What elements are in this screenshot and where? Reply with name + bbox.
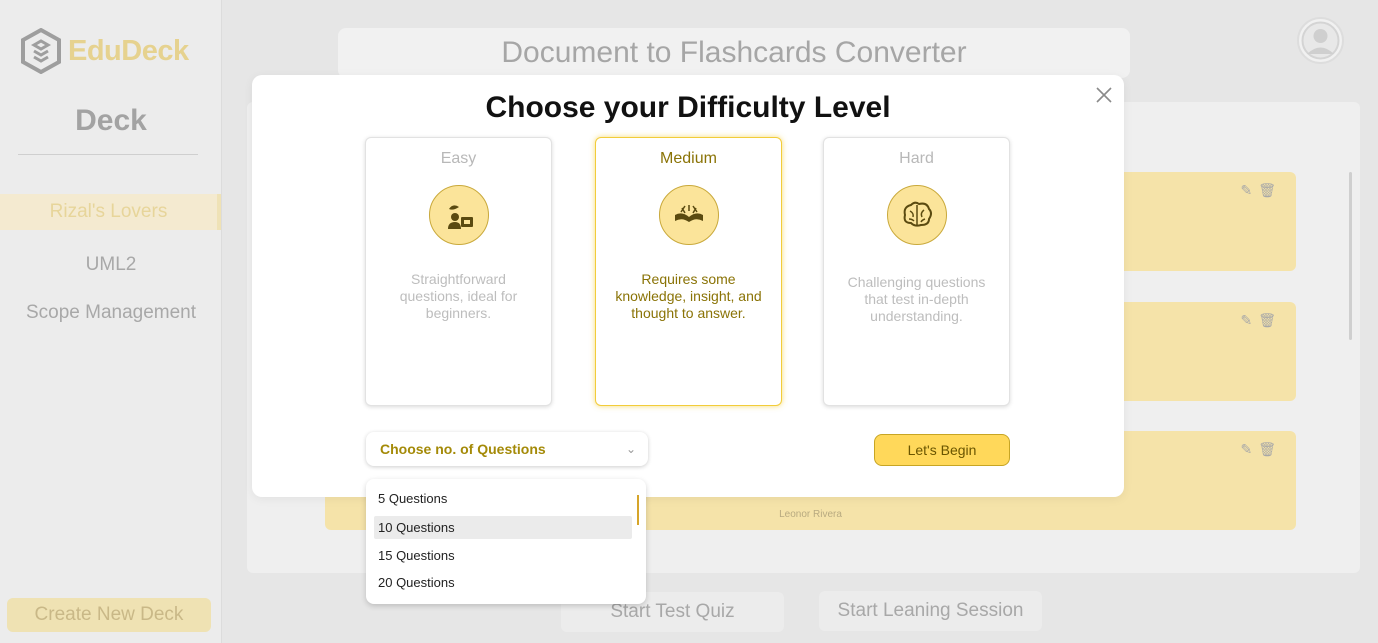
option-15-questions[interactable]: 15 Questions <box>374 544 632 567</box>
user-icon <box>1301 21 1340 60</box>
difficulty-name: Easy <box>440 150 477 167</box>
deck-item-scope-management[interactable]: Scope Management <box>0 295 222 331</box>
logo-hexagon-icon <box>21 28 61 74</box>
difficulty-name: Hard <box>899 150 934 167</box>
open-book-icon <box>658 185 719 245</box>
divider <box>18 154 198 155</box>
start-learning-session-button[interactable]: Start Leaning Session <box>819 591 1042 631</box>
leaf-book-icon <box>428 185 489 245</box>
user-avatar[interactable] <box>1297 17 1344 64</box>
modal-title: Choose your Difficulty Level <box>485 91 891 124</box>
difficulty-name: Medium <box>660 150 717 167</box>
question-count-select[interactable]: Choose no. of Questions ⌄ <box>366 432 648 466</box>
select-placeholder: Choose no. of Questions <box>380 441 546 457</box>
option-20-questions[interactable]: 20 Questions <box>374 571 632 594</box>
edit-icon[interactable]: ✎ <box>1240 182 1252 199</box>
trash-icon[interactable]: 🗑 <box>1258 182 1276 199</box>
option-5-questions[interactable]: 5 Questions <box>374 487 632 510</box>
deck-item-rizals-lovers[interactable]: Rizal's Lovers <box>0 194 221 230</box>
dropdown-scrollbar[interactable] <box>637 495 639 525</box>
sidebar: EduDeck Deck Rizal's Lovers UML2 Scope M… <box>0 0 222 643</box>
logo-text: EduDeck <box>68 34 189 67</box>
close-icon[interactable] <box>1094 85 1114 105</box>
edit-icon[interactable]: ✎ <box>1240 441 1252 458</box>
question-count-dropdown: 5 Questions 10 Questions 15 Questions 20… <box>366 479 646 604</box>
page-title: Document to Flashcards Converter <box>338 28 1130 78</box>
create-new-deck-button[interactable]: Create New Deck <box>7 598 211 632</box>
difficulty-description: Straightforward questions, ideal for beg… <box>399 271 518 321</box>
lets-begin-button[interactable]: Let's Begin <box>874 434 1010 466</box>
deck-item-uml2[interactable]: UML2 <box>0 247 222 283</box>
logo: EduDeck <box>20 28 189 74</box>
difficulty-card-medium[interactable]: Medium Requires some knowledge, insight,… <box>595 137 782 406</box>
difficulty-modal: Choose your Difficulty Level Easy Straig… <box>252 75 1124 497</box>
panel-scrollbar[interactable] <box>1349 172 1352 340</box>
option-10-questions[interactable]: 10 Questions <box>374 516 632 539</box>
trash-icon[interactable]: 🗑 <box>1258 312 1276 329</box>
difficulty-card-hard[interactable]: Hard Challenging questions that test in-… <box>823 137 1010 406</box>
difficulty-description: Requires some knowledge, insight, and th… <box>615 271 762 321</box>
deck-section-title: Deck <box>75 104 147 137</box>
difficulty-description: Challenging questions that test in-depth… <box>847 274 986 324</box>
chevron-down-icon: ⌄ <box>625 442 636 456</box>
brain-icon <box>886 185 947 245</box>
difficulty-card-easy[interactable]: Easy Straightforward questions, ideal fo… <box>365 137 552 406</box>
trash-icon[interactable]: 🗑 <box>1258 441 1276 458</box>
edit-icon[interactable]: ✎ <box>1240 312 1252 329</box>
